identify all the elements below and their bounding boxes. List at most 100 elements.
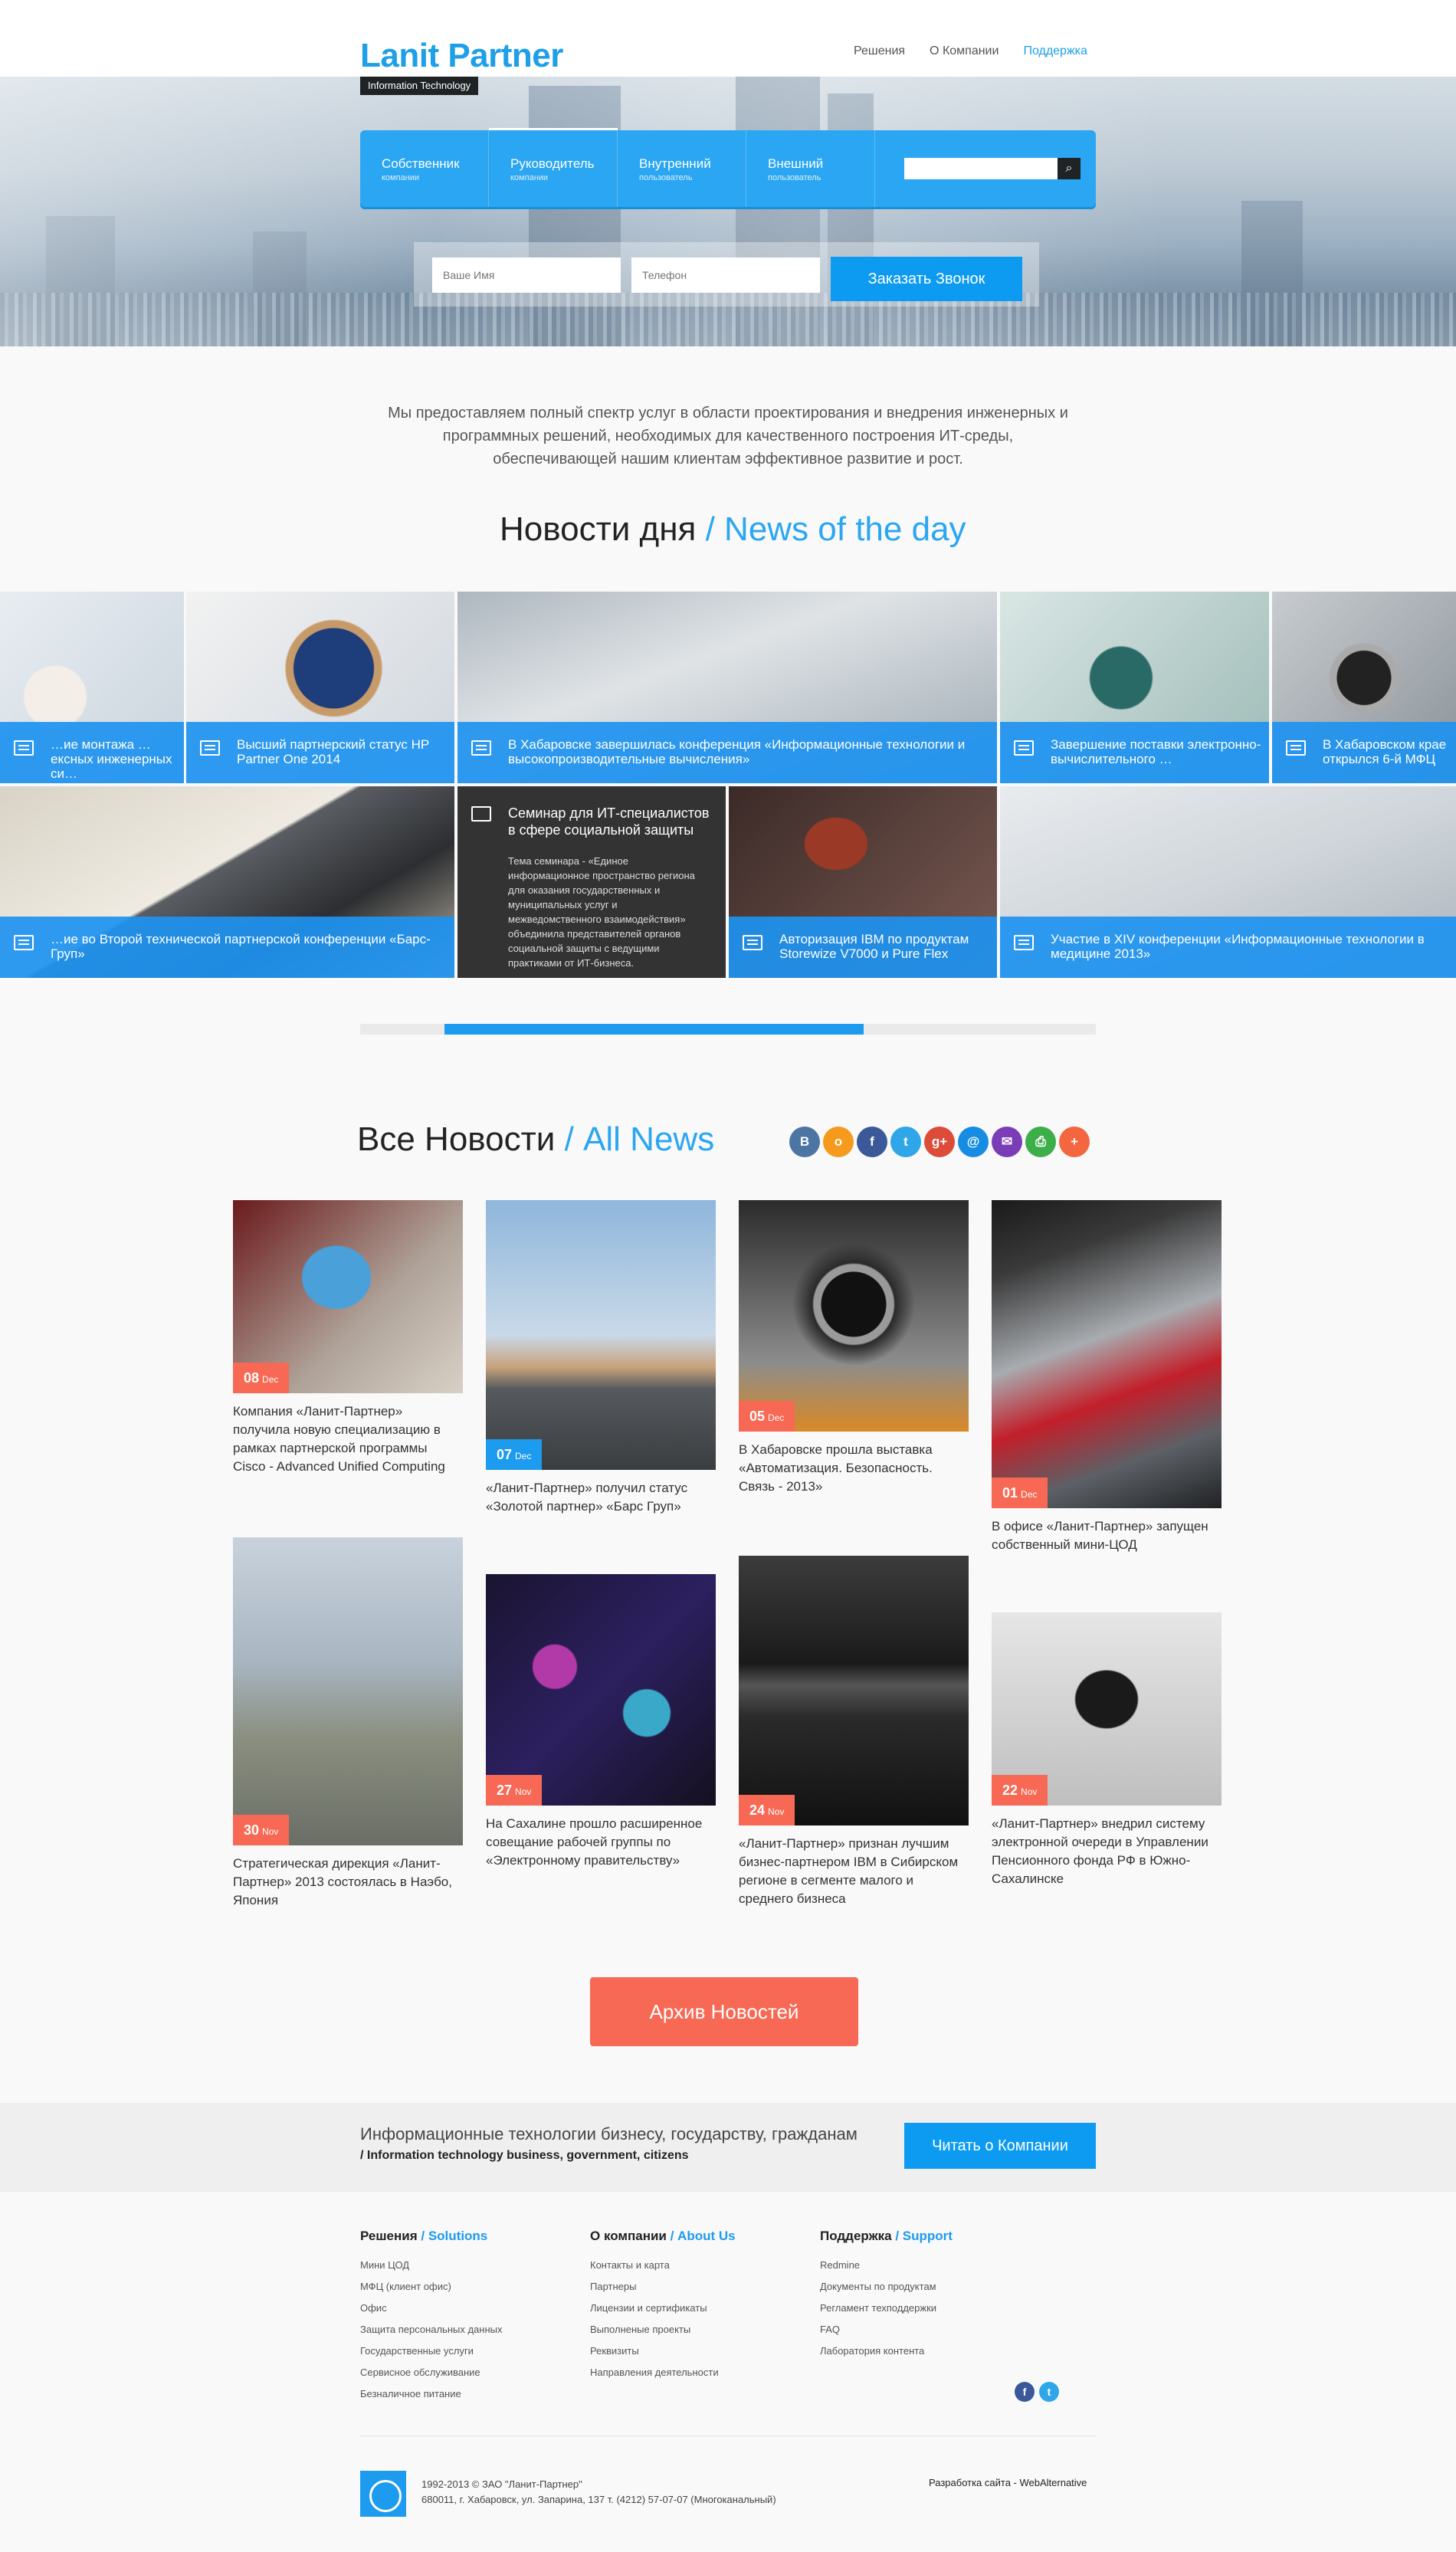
footer-link[interactable]: Направления деятельности (590, 2362, 812, 2383)
news-icon (1014, 740, 1034, 756)
search-icon[interactable]: ⌕ (1058, 158, 1081, 179)
news-date: 05 Dec (739, 1401, 795, 1432)
news-tile[interactable]: В Хабаровском крае открылся 6-й МФЦ (1272, 592, 1456, 783)
intro-text: Мы предоставляем полный спектр услуг в о… (388, 405, 1068, 467)
news-date: 07 Dec (486, 1439, 543, 1470)
news-date: 30 Nov (233, 1815, 290, 1845)
news-date: 01 Dec (992, 1478, 1048, 1508)
footer-link[interactable]: Защита персональных данных (360, 2319, 582, 2340)
topnav-solutions[interactable]: Решения (854, 44, 905, 58)
footer-link[interactable]: Сервисное обслуживание (360, 2362, 582, 2383)
developer-link[interactable]: Разработка сайта - WebAlternative (929, 2477, 1087, 2488)
news-text: В Хабаровске прошла выставка «Автоматиза… (739, 1442, 933, 1494)
footer-link[interactable]: Офис (360, 2298, 582, 2319)
odnoklassniki-icon[interactable]: о (823, 1127, 854, 1157)
company-band: Информационные технологии бизнесу, госуд… (0, 2103, 1456, 2192)
news-date: 08 Dec (233, 1363, 290, 1393)
topnav-support[interactable]: Поддержка (1023, 44, 1087, 58)
news-text: На Сахалине прошло расширенное совещание… (486, 1816, 703, 1868)
mainnav-internal-user[interactable]: Внутренний пользователь (618, 130, 746, 207)
search-input[interactable] (904, 158, 1058, 179)
news-tile[interactable]: Завершение поставки электронно-вычислите… (1000, 592, 1269, 783)
footer-link[interactable]: МФЦ (клиент офис) (360, 2276, 582, 2298)
news-icon (14, 935, 34, 950)
seminar-tile[interactable]: Семинар для ИТ-специалистов в сфере соци… (457, 786, 726, 978)
news-date: 22 Nov (992, 1775, 1048, 1806)
footer-link[interactable]: Лицензии и сертификаты (590, 2298, 812, 2319)
news-card[interactable]: 08 Dec Компания «Ланит-Партнер» получила … (233, 1200, 463, 1476)
news-card[interactable]: 27 Nov На Сахалине прошло расширенное сов… (486, 1574, 716, 1870)
share-bar: В о f t g+ @ ✉ ⎙ + (789, 1127, 1090, 1157)
email-icon[interactable]: ✉ (992, 1127, 1022, 1157)
callback-form: Заказать Звонок (414, 242, 1039, 307)
google-plus-icon[interactable]: g+ (924, 1127, 955, 1157)
footer-link[interactable]: Партнеры (590, 2276, 812, 2298)
order-call-button[interactable]: Заказать Звонок (831, 257, 1022, 301)
news-card[interactable]: 22 Nov «Ланит-Партнер» внедрил систему эл… (992, 1612, 1222, 1888)
name-field[interactable] (432, 257, 621, 293)
footer-link[interactable]: Лаборатория контента (820, 2340, 1042, 2362)
news-card[interactable]: 07 Dec «Ланит-Партнер» получил статус «Зо… (486, 1200, 716, 1516)
footer-link[interactable]: Реквизиты (590, 2340, 812, 2362)
news-date: 24 Nov (739, 1795, 795, 1825)
mainnav-external-user[interactable]: Внешний пользователь (746, 130, 875, 207)
news-text: «Ланит-Партнер» внедрил систему электрон… (992, 1816, 1208, 1886)
band-title: Информационные технологии бизнесу, госуд… (360, 2124, 858, 2144)
twitter-icon[interactable]: t (890, 1127, 921, 1157)
news-card[interactable]: 30 Nov Стратегическая дирекция «Ланит-Пар… (233, 1537, 463, 1910)
news-day-title: Новости дня / News of the day (500, 510, 966, 548)
twitter-icon[interactable]: t (1039, 2382, 1059, 2402)
scrollbar-thumb[interactable] (444, 1024, 864, 1035)
news-text: «Ланит-Партнер» признан лучшим бизнес-па… (739, 1836, 959, 1906)
news-icon (200, 740, 220, 756)
news-icon (14, 740, 34, 756)
news-icon (1286, 740, 1306, 756)
news-icon (471, 740, 491, 756)
news-tile[interactable]: В Хабаровске завершилась конференция «Ин… (457, 592, 997, 783)
footer-link[interactable]: FAQ (820, 2319, 1042, 2340)
news-carousel-scrollbar[interactable] (360, 1024, 1096, 1035)
seminar-title: Семинар для ИТ-специалистов в сфере соци… (508, 805, 710, 838)
mailru-icon[interactable]: @ (958, 1127, 989, 1157)
vk-icon[interactable]: В (789, 1127, 820, 1157)
news-card[interactable]: 05 Dec В Хабаровске прошла выставка «Авто… (739, 1200, 969, 1496)
footer-social: f t (1015, 2382, 1059, 2402)
news-tile[interactable]: Высший партнерский статус HP Partner One… (186, 592, 454, 783)
footer-link[interactable]: Документы по продуктам (820, 2276, 1042, 2298)
main-nav: Собственник компании Руководитель компании… (360, 130, 1096, 207)
topnav-about[interactable]: О Компании (930, 44, 999, 58)
footer-link[interactable]: Выполненые проекты (590, 2319, 812, 2340)
news-card[interactable]: 01 Dec В офисе «Ланит-Партнер» запущен со… (992, 1200, 1222, 1554)
footer-col-support: Поддержка / Support Redmine Документы по… (820, 2229, 1042, 2362)
news-text: «Ланит-Партнер» получил статус «Золотой … (486, 1481, 688, 1514)
footer-link[interactable]: Государственные услуги (360, 2340, 582, 2362)
footer-logo-icon (360, 2471, 406, 2517)
phone-field[interactable] (631, 257, 820, 293)
mainnav-owner[interactable]: Собственник компании (360, 130, 489, 207)
news-card[interactable]: 24 Nov «Ланит-Партнер» признан лучшим биз… (739, 1556, 969, 1908)
mainnav-manager[interactable]: Руководитель компании (489, 130, 618, 207)
news-archive-button[interactable]: Архив Новостей (590, 1977, 858, 2046)
all-news-title: Все Новости / All News (357, 1120, 715, 1158)
news-mosaic: …ие монтажа …ексных инженерных си… Высши… (0, 592, 1456, 979)
print-icon[interactable]: ⎙ (1025, 1127, 1056, 1157)
news-tile[interactable]: Участие в XIV конференции «Информационны… (1000, 786, 1456, 978)
more-share-icon[interactable]: + (1059, 1127, 1090, 1157)
facebook-icon[interactable]: f (1015, 2382, 1035, 2402)
read-about-company-button[interactable]: Читать о Компании (904, 2123, 1096, 2169)
footer-link[interactable]: Redmine (820, 2255, 1042, 2276)
news-tile[interactable]: …ие монтажа …ексных инженерных си… (0, 592, 184, 783)
news-tile[interactable]: Авторизация IBM по продуктам Storewize V… (729, 786, 997, 978)
footer-col-about: О компании / About Us Контакты и карта П… (590, 2229, 812, 2383)
footer-link[interactable]: Регламент техподдержки (820, 2298, 1042, 2319)
news-tile[interactable]: …ие во Второй технической партнерской ко… (0, 786, 454, 978)
facebook-icon[interactable]: f (857, 1127, 887, 1157)
footer-link[interactable]: Безналичное питание (360, 2383, 582, 2405)
news-icon (1014, 935, 1034, 950)
footer-col-solutions: Решения / Solutions Мини ЦОД МФЦ (клиент… (360, 2229, 582, 2405)
footer-link[interactable]: Контакты и карта (590, 2255, 812, 2276)
band-subtitle: / Information technology business, gover… (360, 2149, 689, 2162)
seminar-text: Тема семинара - «Единое информационное п… (508, 855, 695, 969)
footer-link[interactable]: Мини ЦОД (360, 2255, 582, 2276)
logo[interactable]: Lanit Partner (360, 37, 563, 75)
